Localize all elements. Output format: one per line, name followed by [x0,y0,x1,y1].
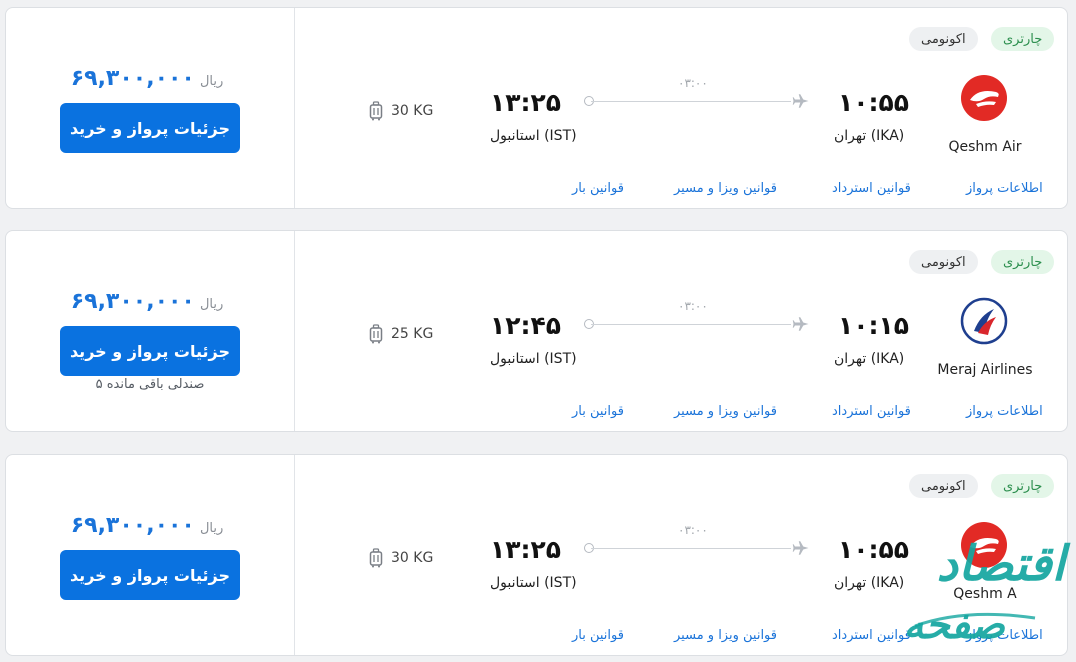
flight-card: ریال ۶۹,۳۰۰,۰۰۰ جزئیات پرواز و خرید ۵ صن… [5,230,1068,432]
flight-details-buy-button[interactable]: جزئیات پرواز و خرید [60,103,240,153]
visa-route-rules-link[interactable]: قوانین ویزا و مسیر [674,181,777,196]
flight-card: ریال ۶۹,۳۰۰,۰۰۰ جزئیات پرواز و خرید 30 K… [5,454,1068,656]
currency-label: ریال [199,297,224,312]
airplane-icon [792,541,809,555]
arrival-time: ۱۳:۲۵ [490,88,562,117]
baggage-weight: 30 KG [391,103,434,119]
airline-name: Qeshm Air [948,139,1022,155]
arrival-city: استانبول (IST) [490,351,577,367]
price-row: ریال ۶۹,۳۰۰,۰۰۰ [6,289,294,314]
charter-badge: چارتری [991,474,1055,498]
flight-details-buy-button[interactable]: جزئیات پرواز و خرید [60,550,240,600]
charter-badge: چارتری [991,250,1055,274]
refund-rules-link[interactable]: قوانین استرداد [832,628,911,643]
departure-city: تهران (IKA) [834,351,905,367]
luggage-icon [369,324,383,344]
flight-info-link[interactable]: اطلاعات پرواز [966,628,1043,643]
baggage-allowance: 30 KG [369,548,433,568]
baggage-rules-link[interactable]: قوانین بار [572,404,624,419]
card-divider [294,455,295,655]
baggage-rules-link[interactable]: قوانین بار [572,181,624,196]
airplane-icon [792,94,809,108]
departure-time: ۱۰:۵۵ [838,88,910,117]
qeshm-air-logo-icon [961,75,1007,121]
cabin-class-badge: اکونومی [909,474,978,498]
departure-time: ۱۰:۵۵ [838,535,910,564]
flight-info-link[interactable]: اطلاعات پرواز [966,181,1043,196]
arrival-time: ۱۳:۲۵ [490,535,562,564]
flight-duration: ۰۳:۰۰ [678,523,708,537]
visa-route-rules-link[interactable]: قوانین ویزا و مسیر [674,404,777,419]
flight-info-link[interactable]: اطلاعات پرواز [966,404,1043,419]
charter-badge: چارتری [991,27,1055,51]
seats-remaining: ۵ صندلی باقی مانده [95,377,205,392]
route-line [591,101,791,102]
airline-name: Qeshm A [953,586,1017,602]
cabin-class-badge: اکونومی [909,27,978,51]
price: ۶۹,۳۰۰,۰۰۰ [70,66,195,91]
card-divider [294,8,295,208]
price: ۶۹,۳۰۰,۰۰۰ [70,513,195,538]
departure-time: ۱۰:۱۵ [838,311,910,340]
baggage-allowance: 30 KG [369,101,433,121]
luggage-icon [369,101,383,121]
airplane-icon [792,317,809,331]
departure-city: تهران (IKA) [834,128,905,144]
luggage-icon [369,548,383,568]
refund-rules-link[interactable]: قوانین استرداد [832,404,911,419]
baggage-allowance: 25 KG [369,324,433,344]
visa-route-rules-link[interactable]: قوانین ویزا و مسیر [674,628,777,643]
route-line [591,548,791,549]
route-line [591,324,791,325]
price-row: ریال ۶۹,۳۰۰,۰۰۰ [6,513,294,538]
refund-rules-link[interactable]: قوانین استرداد [832,181,911,196]
price-row: ریال ۶۹,۳۰۰,۰۰۰ [6,66,294,91]
qeshm-air-logo-icon [961,522,1007,568]
arrival-time: ۱۲:۴۵ [490,311,562,340]
arrival-city: استانبول (IST) [490,128,577,144]
flight-details-buy-button[interactable]: جزئیات پرواز و خرید [60,326,240,376]
meraj-airlines-logo-icon [960,297,1008,345]
baggage-rules-link[interactable]: قوانین بار [572,628,624,643]
flight-duration: ۰۳:۰۰ [678,76,708,90]
flight-duration: ۰۳:۰۰ [678,299,708,313]
arrival-city: استانبول (IST) [490,575,577,591]
currency-label: ریال [199,521,224,536]
baggage-weight: 30 KG [391,550,434,566]
price: ۶۹,۳۰۰,۰۰۰ [70,289,195,314]
departure-city: تهران (IKA) [834,575,905,591]
airline-name: Meraj Airlines [937,362,1033,378]
flight-card: ریال ۶۹,۳۰۰,۰۰۰ جزئیات پرواز و خرید 30 K… [5,7,1068,209]
baggage-weight: 25 KG [391,326,434,342]
card-divider [294,231,295,431]
currency-label: ریال [199,74,224,89]
cabin-class-badge: اکونومی [909,250,978,274]
